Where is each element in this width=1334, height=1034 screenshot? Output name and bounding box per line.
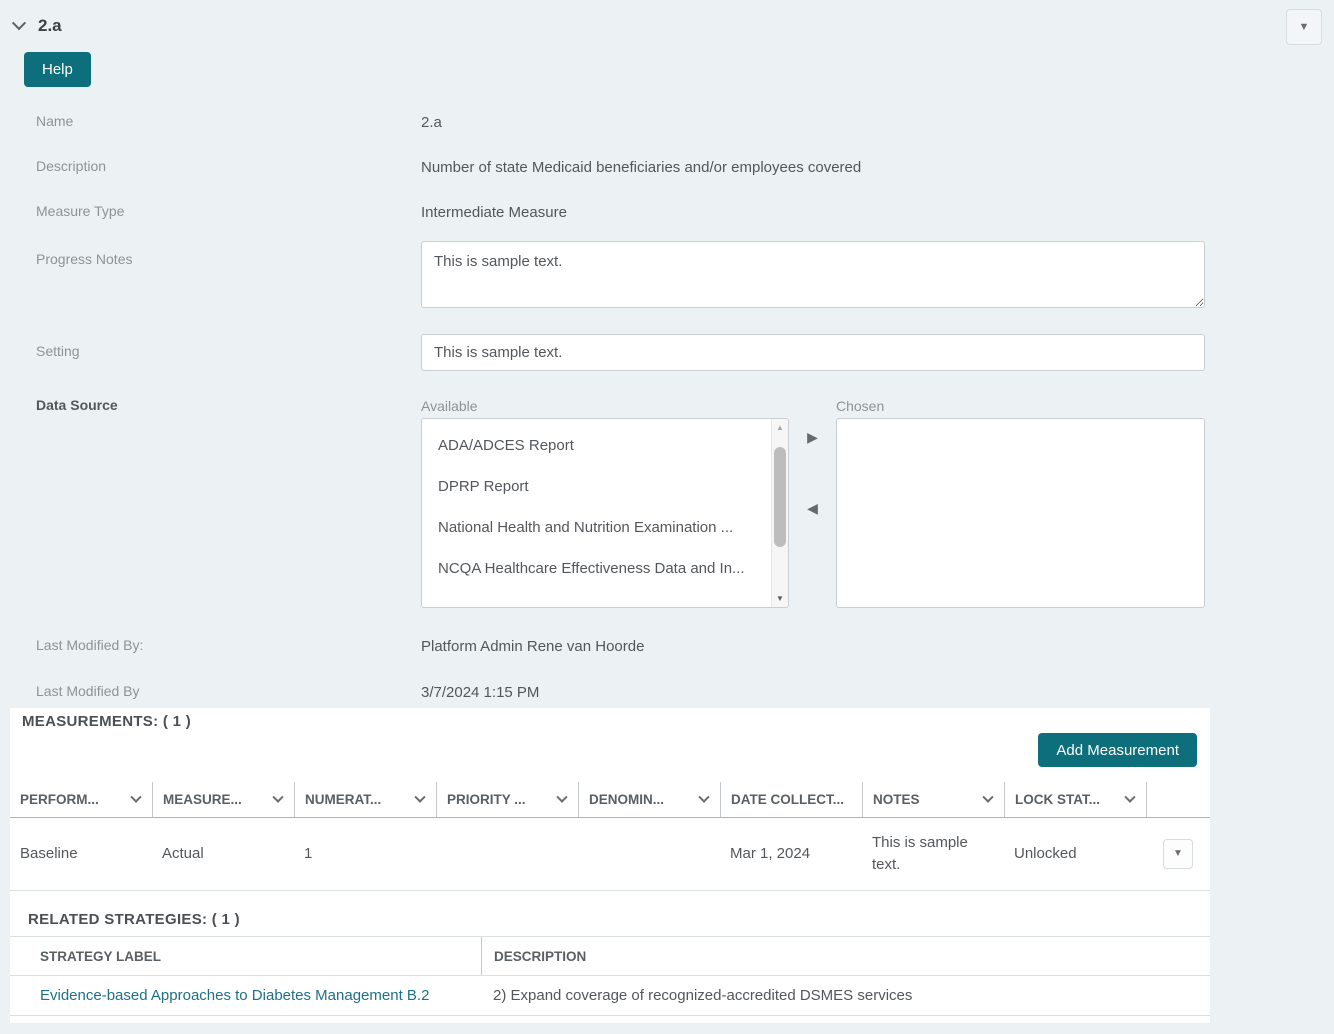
collapse-chevron-icon[interactable]: [11, 16, 27, 31]
progress-notes-textarea[interactable]: This is sample text.: [421, 241, 1205, 308]
scrollbar-thumb[interactable]: [774, 447, 786, 547]
page-title: 2.a: [38, 16, 62, 35]
name-row: Name 2.a: [0, 113, 1334, 132]
move-right-arrow-icon[interactable]: ▶: [807, 430, 818, 444]
page-actions-dropdown-button[interactable]: ▼: [1286, 9, 1322, 45]
strategies-table-header: STRATEGY LABEL DESCRIPTION: [10, 937, 1210, 976]
last-modified-by-label: Last Modified By:: [36, 637, 144, 653]
cell-notes: This is sample text.: [872, 834, 968, 873]
page: 2.a ▼ Help Name 2.a Description Number o…: [0, 0, 1334, 1023]
column-header-measure[interactable]: MEASURE...: [152, 782, 294, 817]
sort-chevron-icon[interactable]: [698, 791, 710, 803]
available-listbox[interactable]: ADA/ADCES Report DPRP Report National He…: [421, 418, 789, 608]
cell-numerator: 1: [304, 845, 313, 862]
last-modified-by-value: Platform Admin Rene van Hoorde: [421, 638, 645, 655]
chosen-listbox[interactable]: [836, 418, 1205, 608]
name-label: Name: [36, 113, 74, 129]
column-header-strategy-label: STRATEGY LABEL: [40, 948, 162, 964]
sort-chevron-icon[interactable]: [272, 791, 284, 803]
column-header-notes[interactable]: NOTES: [862, 782, 1004, 817]
available-list-item[interactable]: DPRP Report: [422, 466, 788, 507]
add-measurement-button[interactable]: Add Measurement: [1038, 733, 1197, 767]
sort-chevron-icon[interactable]: [982, 791, 994, 803]
cell-date-collected: Mar 1, 2024: [730, 845, 811, 862]
strategy-link[interactable]: Evidence-based Approaches to Diabetes Ma…: [40, 987, 429, 1004]
last-modified-date-row: Last Modified By 3/7/2024 1:15 PM: [0, 683, 1334, 702]
last-modified-date-label: Last Modified By: [36, 683, 140, 699]
measurements-table-header: PERFORM... MEASURE... NUMERAT... PRIORIT…: [10, 782, 1210, 818]
move-left-arrow-icon[interactable]: ◀: [807, 501, 818, 515]
strategy-description: 2) Expand coverage of recognized-accredi…: [493, 987, 913, 1004]
progress-notes-row: Progress Notes This is sample text.: [0, 241, 1334, 313]
related-strategies-heading: RELATED STRATEGIES: ( 1 ): [10, 891, 1210, 937]
progress-notes-label: Progress Notes: [36, 251, 133, 267]
column-header-actions: [1146, 782, 1210, 817]
column-header-date-collected[interactable]: DATE COLLECT...: [720, 782, 862, 817]
setting-input[interactable]: [421, 334, 1205, 371]
column-header-description: DESCRIPTION: [481, 937, 1210, 975]
sort-chevron-icon[interactable]: [1124, 791, 1136, 803]
column-header-priority[interactable]: PRIORITY ...: [436, 782, 578, 817]
column-header-numerator[interactable]: NUMERAT...: [294, 782, 436, 817]
dropdown-caret-icon: ▼: [1173, 848, 1183, 859]
list-move-controls: ▶ ◀: [789, 397, 836, 608]
column-header-performance[interactable]: PERFORM...: [10, 782, 152, 817]
description-label: Description: [36, 158, 107, 174]
scroll-down-arrow-icon[interactable]: ▼: [772, 590, 788, 607]
setting-row: Setting: [0, 334, 1334, 371]
data-source-row: Data Source Available ADA/ADCES Report D…: [0, 397, 1334, 608]
page-header: 2.a: [0, 0, 1334, 36]
sort-chevron-icon[interactable]: [556, 791, 568, 803]
measure-type-label: Measure Type: [36, 203, 125, 219]
dropdown-caret-icon: ▼: [1298, 20, 1310, 33]
measurements-panel: MEASUREMENTS: ( 1 ) Add Measurement PERF…: [10, 708, 1210, 1023]
chosen-list-label: Chosen: [836, 398, 885, 414]
description-value: Number of state Medicaid beneficiaries a…: [421, 159, 862, 176]
sort-chevron-icon[interactable]: [414, 791, 426, 803]
available-list-scrollbar[interactable]: ▲ ▼: [771, 419, 788, 607]
sort-chevron-icon[interactable]: [130, 791, 142, 803]
cell-lock-status: Unlocked: [1014, 845, 1077, 862]
available-list-item[interactable]: National Health and Nutrition Examinatio…: [422, 507, 788, 548]
available-list-item[interactable]: ADA/ADCES Report: [422, 425, 788, 466]
scroll-up-arrow-icon[interactable]: ▲: [772, 419, 788, 436]
data-source-label: Data Source: [36, 397, 118, 413]
measure-type-value: Intermediate Measure: [421, 204, 567, 221]
measure-type-row: Measure Type Intermediate Measure: [0, 203, 1334, 222]
help-button[interactable]: Help: [24, 52, 91, 87]
description-row: Description Number of state Medicaid ben…: [0, 158, 1334, 177]
column-header-lock-status[interactable]: LOCK STAT...: [1004, 782, 1146, 817]
measure-detail-form: Name 2.a Description Number of state Med…: [0, 113, 1334, 702]
row-actions-dropdown-button[interactable]: ▼: [1163, 839, 1193, 869]
column-header-denominator[interactable]: DENOMIN...: [578, 782, 720, 817]
name-value: 2.a: [421, 114, 442, 131]
measurement-table-row: Baseline Actual 1 Mar 1, 2024 This is sa…: [10, 818, 1210, 891]
setting-label: Setting: [36, 343, 80, 359]
cell-measure: Actual: [162, 845, 204, 862]
last-modified-by-row: Last Modified By: Platform Admin Rene va…: [0, 637, 1334, 656]
strategy-table-row: Evidence-based Approaches to Diabetes Ma…: [10, 976, 1210, 1016]
measurements-heading: MEASUREMENTS: ( 1 ): [22, 713, 192, 730]
last-modified-date-value: 3/7/2024 1:15 PM: [421, 684, 540, 701]
available-list-label: Available: [421, 398, 478, 414]
available-list-item[interactable]: NCQA Healthcare Effectiveness Data and I…: [422, 548, 788, 589]
cell-performance: Baseline: [20, 845, 78, 862]
